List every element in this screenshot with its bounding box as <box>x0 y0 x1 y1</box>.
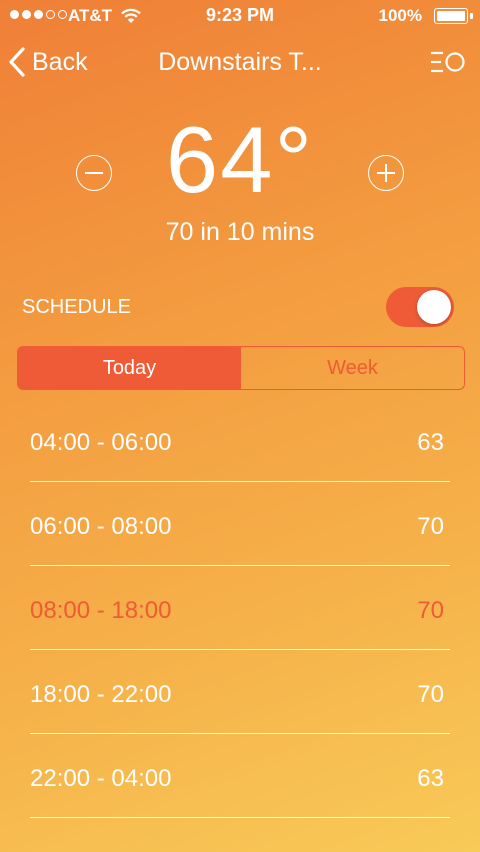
time-range: 22:00 - 04:00 <box>30 765 172 792</box>
battery-nub <box>470 13 473 19</box>
time-range: 18:00 - 22:00 <box>30 681 172 708</box>
schedule-label: SCHEDULE <box>22 296 131 318</box>
set-temperature: 70 <box>417 513 444 540</box>
time-range: 08:00 - 18:00 <box>30 597 172 624</box>
plus-icon-vertical <box>385 164 387 182</box>
temperature-control: 64° <box>0 107 480 212</box>
increase-temperature-button[interactable] <box>368 155 404 191</box>
schedule-entry[interactable]: 04:00 - 06:00 63 <box>30 398 450 482</box>
navigation-bar: Back Downstairs T... <box>0 40 480 84</box>
schedule-entry[interactable]: 22:00 - 04:00 63 <box>30 734 450 818</box>
time-range: 06:00 - 08:00 <box>30 513 172 540</box>
back-button[interactable]: Back <box>6 40 88 84</box>
chevron-left-icon <box>9 47 25 77</box>
current-temperature: 64° <box>165 107 315 212</box>
set-temperature: 70 <box>417 681 444 708</box>
page-title: Downstairs T... <box>158 48 322 76</box>
day-week-segmented-control: Today Week <box>17 346 465 390</box>
battery-percent: 100% <box>378 6 422 25</box>
target-status: 70 in 10 mins <box>165 218 315 246</box>
set-temperature: 63 <box>417 765 444 792</box>
status-bar: AT&T 9:23 PM 100% <box>0 0 480 32</box>
schedule-entry[interactable]: 18:00 - 22:00 70 <box>30 650 450 734</box>
schedule-entry-current[interactable]: 08:00 - 18:00 70 <box>30 566 450 650</box>
time-range: 04:00 - 06:00 <box>30 429 172 456</box>
schedule-entry[interactable]: 06:00 - 08:00 70 <box>30 482 450 566</box>
schedule-toggle[interactable] <box>386 287 454 327</box>
tab-week[interactable]: Week <box>241 347 464 389</box>
set-temperature: 70 <box>417 597 444 624</box>
menu-toggle-icon[interactable] <box>428 48 468 76</box>
battery-icon <box>434 8 468 24</box>
set-temperature: 63 <box>417 429 444 456</box>
toggle-knob <box>417 290 451 324</box>
back-label: Back <box>32 47 88 76</box>
tab-today[interactable]: Today <box>18 347 241 389</box>
schedule-row: SCHEDULE <box>0 286 480 328</box>
schedule-list: 04:00 - 06:00 63 06:00 - 08:00 70 08:00 … <box>30 398 450 818</box>
